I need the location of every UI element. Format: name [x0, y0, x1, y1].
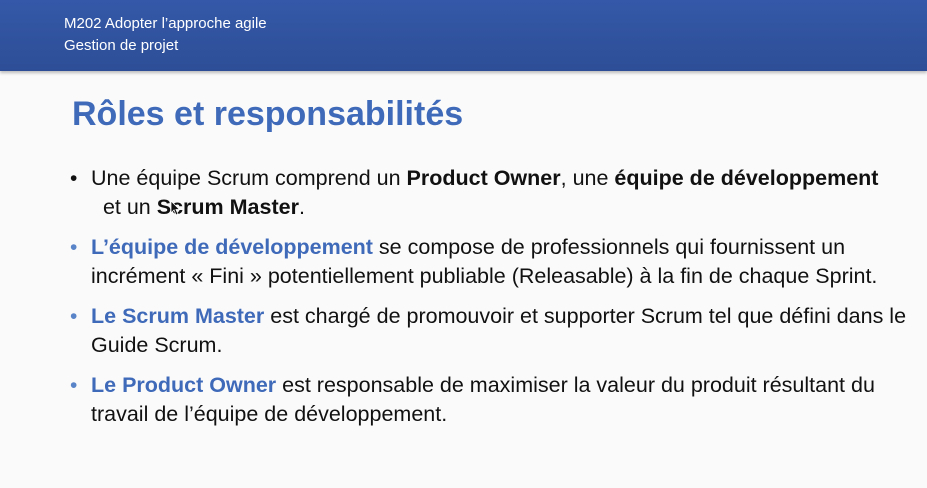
bullet-dot-icon: •: [70, 236, 78, 259]
bold-term-product-owner: Product Owner: [406, 166, 561, 190]
highlight-term: Le Product Owner: [91, 373, 277, 397]
bullet-item-product-owner: • Le Product Owner est responsable de ma…: [68, 371, 918, 429]
header-bar: M202 Adopter l’approche agile Gestion de…: [0, 0, 927, 71]
bold-term-dev-team: équipe de développement: [614, 166, 879, 190]
highlight-term: Le Scrum Master: [91, 304, 265, 328]
bullet-text: Une équipe Scrum comprend un: [91, 166, 407, 190]
bullet-item-scrum-master: • Le Scrum Master est chargé de promouvo…: [68, 302, 918, 360]
slide-title: Rôles et responsabilités: [72, 95, 464, 133]
course-title: M202 Adopter l’approche agile: [64, 15, 267, 32]
bullet-dot-icon: •: [70, 374, 78, 397]
bullet-item-dev-team: • L’équipe de développement se compose d…: [68, 233, 918, 291]
mouse-pointer-icon: [170, 200, 180, 216]
bullet-list: • Une équipe Scrum comprend un Product O…: [68, 164, 918, 440]
highlight-term: L’équipe de développement: [91, 235, 373, 259]
bullet-dot-icon: •: [70, 167, 78, 190]
bullet-item-scrum-team: • Une équipe Scrum comprend un Product O…: [68, 164, 918, 222]
bullet-text: , une: [560, 166, 615, 190]
course-subtitle: Gestion de projet: [64, 37, 179, 54]
bullet-dot-icon: •: [70, 305, 78, 328]
bullet-text: et un: [91, 195, 157, 219]
bullet-text: .: [298, 195, 305, 219]
